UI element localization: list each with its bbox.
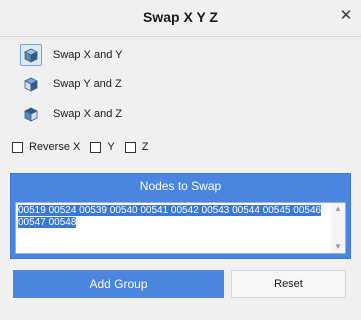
scroll-up-icon[interactable]: ▲ [331,203,345,215]
option-label: Swap X and Y [53,49,123,61]
checkbox-box[interactable] [12,141,23,153]
title-bar: Swap X Y Z ✕ [0,0,361,37]
nodes-value: 00519 00524 00539 00540 00541 00542 0054… [18,205,322,228]
option-label: Swap X and Z [53,108,123,120]
checkbox-label: Reverse X [29,141,81,153]
swap-x-and-z-option[interactable]: Swap X and Z [20,101,122,127]
reset-button[interactable]: Reset [231,270,346,298]
panel-title: Swap X Y Z [143,9,218,25]
reverse-x-checkbox[interactable]: Reverse X [12,141,80,153]
swap-x-and-y-option[interactable]: Swap X and Y [20,42,123,68]
nodes-textarea[interactable]: 00519 00524 00539 00540 00541 00542 0054… [15,202,346,254]
swap-y-and-z-option[interactable]: Swap Y and Z [20,71,122,97]
group-header: Nodes to Swap [139,179,222,193]
scroll-down-icon[interactable]: ▼ [331,241,345,253]
checkbox-box[interactable] [90,141,102,153]
reverse-y-checkbox[interactable]: Y [90,141,115,153]
checkbox-box[interactable] [124,141,136,153]
textarea-scrollbar[interactable]: ▲ ▼ [331,203,345,253]
option-label: Swap Y and Z [53,78,122,90]
close-icon[interactable]: ✕ [339,8,353,23]
add-group-button[interactable]: Add Group [13,270,224,298]
checkbox-label: Z [141,141,149,153]
nodes-to-swap-group: Nodes to Swap 00519 00524 00539 00540 00… [10,173,351,259]
cube-icon [20,44,42,66]
reverse-options: Reverse X Y Z [12,139,158,155]
cube-icon [20,103,42,125]
reverse-z-checkbox[interactable]: Z [124,141,149,153]
checkbox-label: Y [107,141,115,153]
swap-xyz-panel: Swap X Y Z ✕ Swap X and Y Swap Y and Z S… [0,0,361,320]
cube-icon [20,73,42,95]
